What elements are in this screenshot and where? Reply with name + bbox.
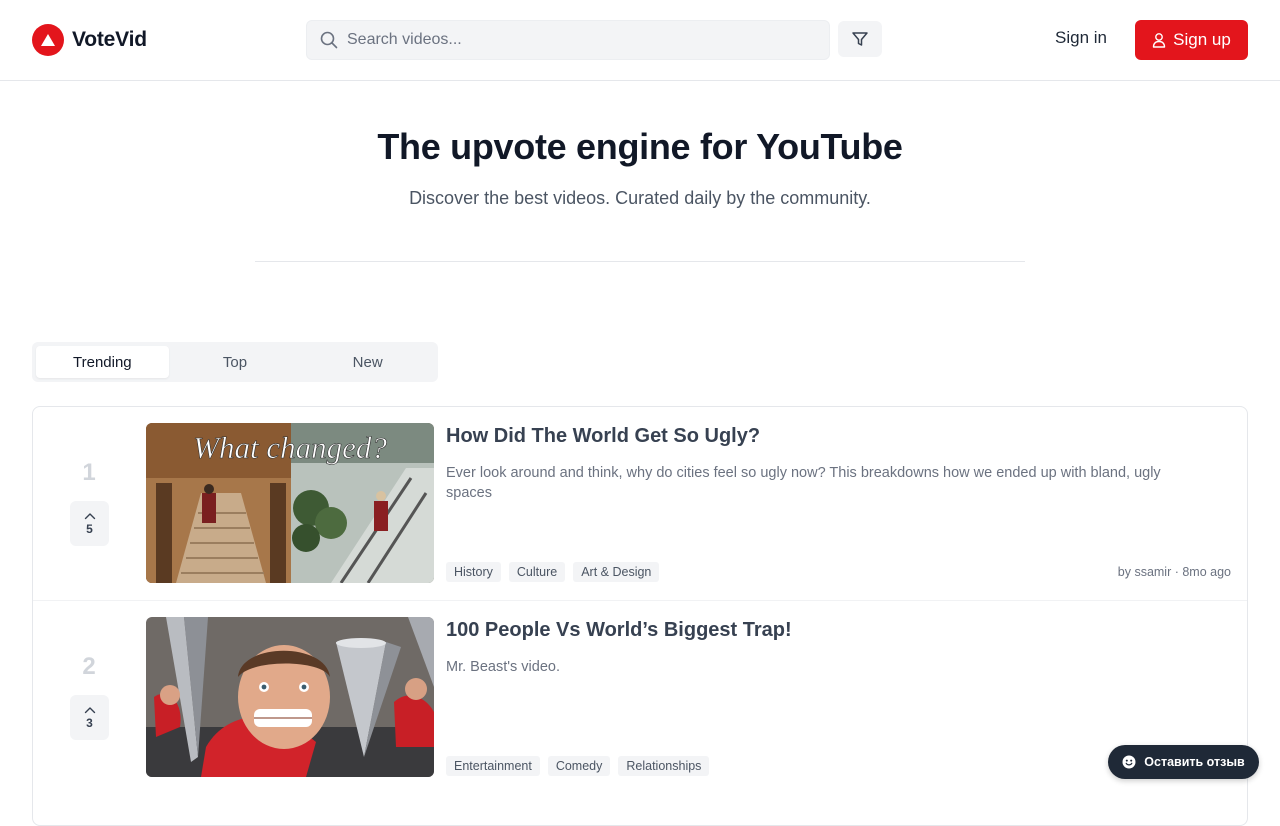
sign-in-link[interactable]: Sign in: [1048, 28, 1114, 48]
tag[interactable]: Comedy: [547, 756, 611, 776]
rank-number: 1: [82, 459, 96, 486]
sign-up-label: Sign up: [1173, 30, 1231, 49]
tab-top[interactable]: Top: [169, 346, 302, 378]
tag[interactable]: Relationships: [618, 756, 710, 776]
vote-count: 5: [86, 521, 93, 536]
divider: [255, 261, 1025, 262]
video-thumbnail[interactable]: What changed?: [146, 423, 434, 583]
video-row: 2 3 100 People Vs World’s Biggest Trap! …: [33, 600, 1247, 793]
search-icon: [320, 31, 338, 49]
filter-icon: [852, 32, 868, 46]
sign-up-button[interactable]: Sign up: [1135, 20, 1248, 60]
video-title[interactable]: 100 People Vs World’s Biggest Trap!: [446, 619, 792, 642]
chevron-up-icon: [84, 512, 95, 519]
tag-list: History Culture Art & Design: [446, 562, 667, 582]
hero-title: The upvote engine for YouTube: [377, 126, 903, 167]
search-input[interactable]: [347, 31, 817, 49]
video-description: Ever look around and think, why do citie…: [446, 465, 1161, 501]
upvote-button[interactable]: 5: [70, 501, 109, 546]
hero-subtitle: Discover the best videos. Curated daily …: [409, 188, 871, 208]
tag[interactable]: Art & Design: [573, 562, 660, 582]
thumbnail-caption: What changed?: [193, 430, 387, 465]
tag[interactable]: History: [446, 562, 501, 582]
tag[interactable]: Culture: [508, 562, 566, 582]
smiley-icon: [1122, 755, 1136, 769]
logo[interactable]: VoteVid: [32, 24, 147, 56]
upvote-button[interactable]: 3: [70, 695, 109, 740]
video-title[interactable]: How Did The World Get So Ugly?: [446, 425, 760, 448]
tag[interactable]: Entertainment: [446, 756, 540, 776]
sort-tabs: Trending Top New: [32, 342, 438, 382]
video-row: 1 5 What changed? How Did The World Get …: [33, 407, 1247, 600]
tab-trending[interactable]: Trending: [36, 346, 169, 378]
video-description: Mr. Beast's video.: [446, 659, 560, 675]
chevron-up-icon: [84, 706, 95, 713]
user-icon: [1152, 33, 1166, 48]
video-meta: by ssamir · 8mo ago: [1117, 565, 1231, 579]
vote-count: 3: [86, 715, 93, 730]
video-list: 1 5 What changed? How Did The World Get …: [32, 406, 1248, 826]
video-thumbnail[interactable]: [146, 617, 434, 777]
search-bar[interactable]: [306, 20, 830, 60]
brand-name: VoteVid: [72, 28, 147, 51]
filter-button[interactable]: [838, 21, 882, 57]
rank-number: 2: [82, 653, 96, 680]
upvote-triangle-icon: [32, 24, 64, 56]
tag-list: Entertainment Comedy Relationships: [446, 756, 717, 776]
tab-new[interactable]: New: [301, 346, 434, 378]
top-header: VoteVid Sign in Sign up: [0, 0, 1280, 81]
feedback-button[interactable]: Оставить отзыв: [1108, 745, 1259, 779]
feedback-label: Оставить отзыв: [1144, 755, 1245, 769]
